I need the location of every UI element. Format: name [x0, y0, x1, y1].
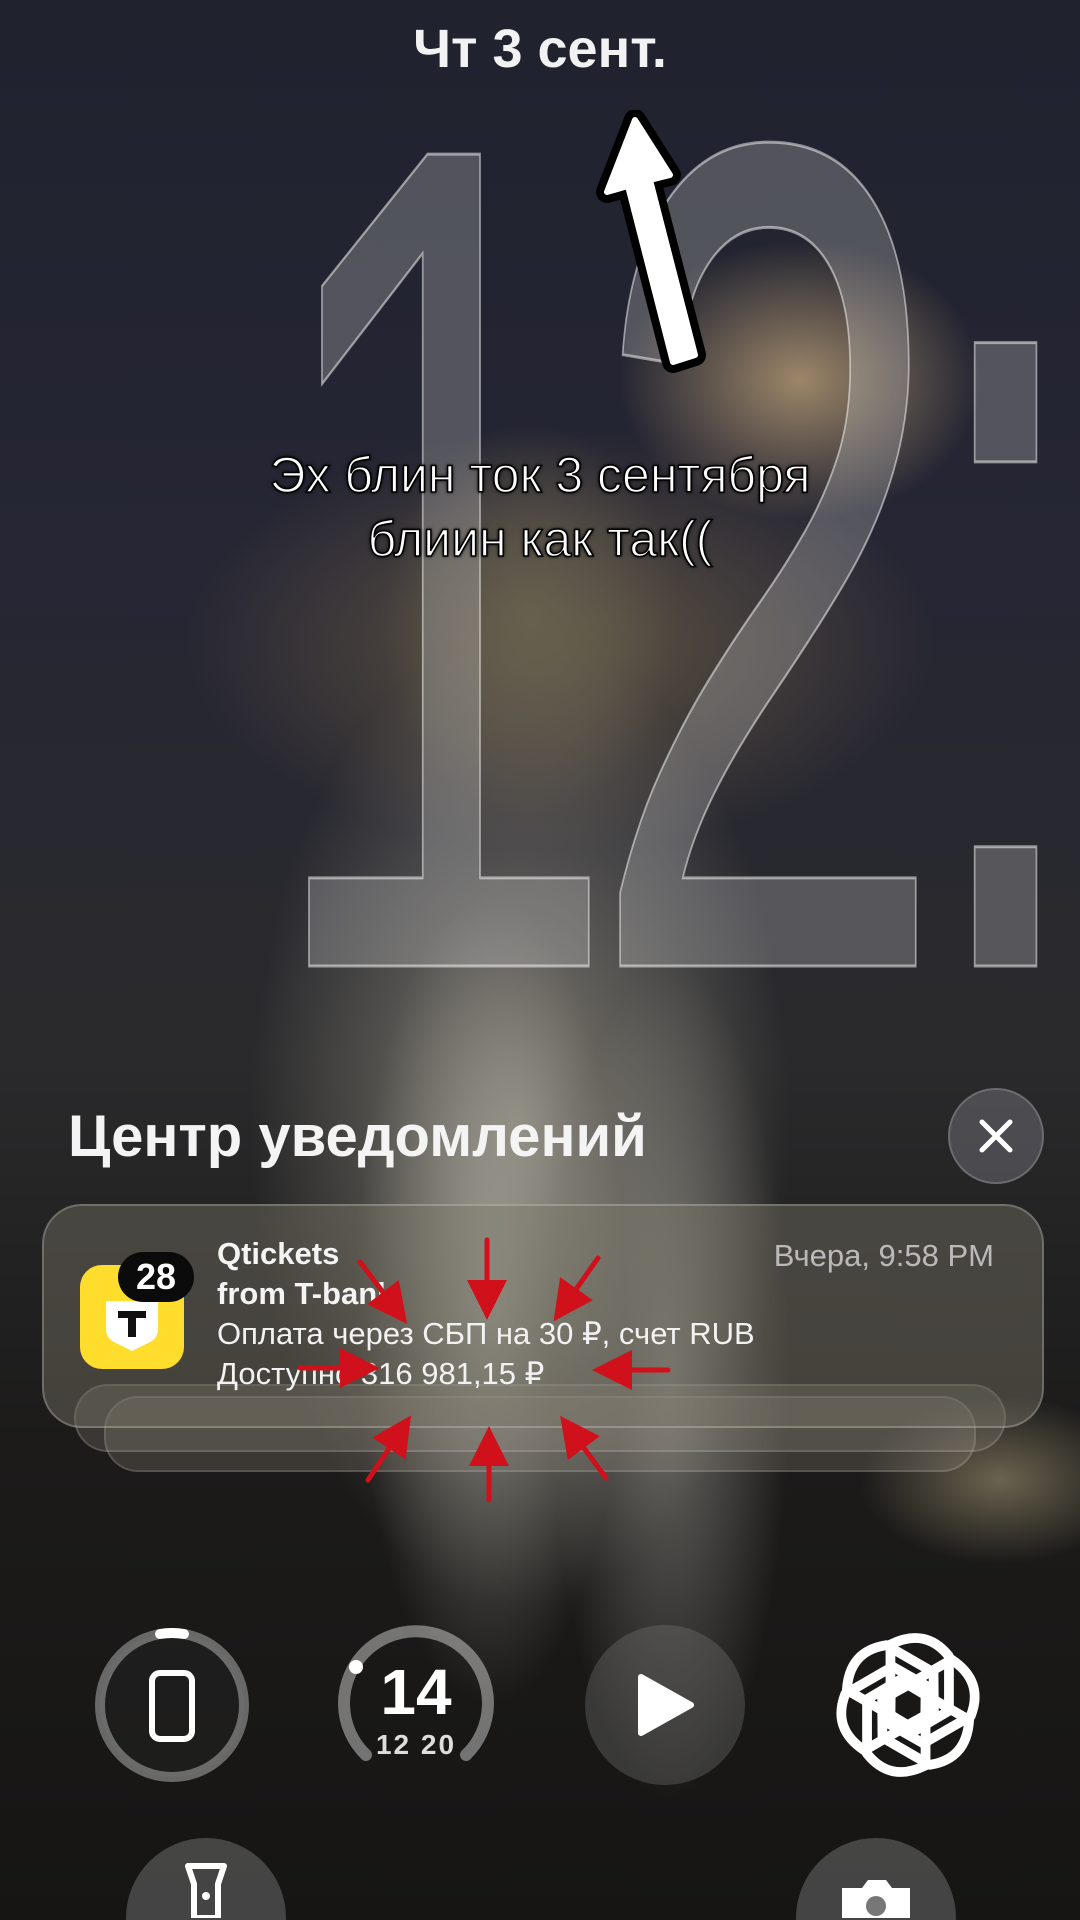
openai-logo-icon — [836, 1633, 980, 1777]
calendar-widget[interactable]: 14 12 20 — [336, 1625, 496, 1785]
video-caption: Эх блин ток 3 сентября блиин как так(( — [0, 443, 1080, 571]
chatgpt-widget[interactable] — [828, 1625, 988, 1785]
notification-header: Qtickets from T-bank — [217, 1234, 394, 1314]
calendar-range: 12 20 — [375, 1729, 457, 1760]
flashlight-button[interactable] — [126, 1838, 286, 1920]
notification-body: Оплата через СБП на 30 ₽, счет RUB Досту… — [217, 1314, 755, 1394]
notification-body-line-2: Доступно 316 981,15 ₽ — [217, 1356, 545, 1391]
notification-center-title: Центр уведомлений — [68, 1104, 647, 1169]
notification-timestamp: Вчера, 9:58 PM — [773, 1238, 994, 1273]
notification-count-badge: 28 — [118, 1252, 194, 1302]
caption-line-2: блиин как так(( — [367, 510, 713, 568]
calendar-day: 14 — [380, 1656, 452, 1728]
camera-button[interactable] — [796, 1838, 956, 1920]
white-arrow-annotation — [596, 110, 706, 373]
close-icon — [979, 1119, 1013, 1153]
flashlight-icon — [185, 1863, 227, 1920]
caption-line-1: Эх блин ток 3 сентября — [269, 446, 811, 504]
lock-screen: Чт 3 сент. 12:07 Эх блин ток 3 сентября … — [0, 0, 1080, 1920]
play-widget[interactable] — [585, 1625, 745, 1785]
camera-icon — [842, 1880, 910, 1918]
notification-app-name: Qtickets — [217, 1236, 340, 1271]
notification-center-close-button[interactable] — [948, 1088, 1044, 1184]
notification-app-subtitle: from T-bank — [217, 1276, 395, 1311]
notification-body-line-1: Оплата через СБП на 30 ₽, счет RUB — [217, 1316, 755, 1351]
battery-widget[interactable] — [92, 1625, 252, 1785]
battery-ring — [95, 1627, 249, 1782]
play-icon — [638, 1674, 694, 1736]
